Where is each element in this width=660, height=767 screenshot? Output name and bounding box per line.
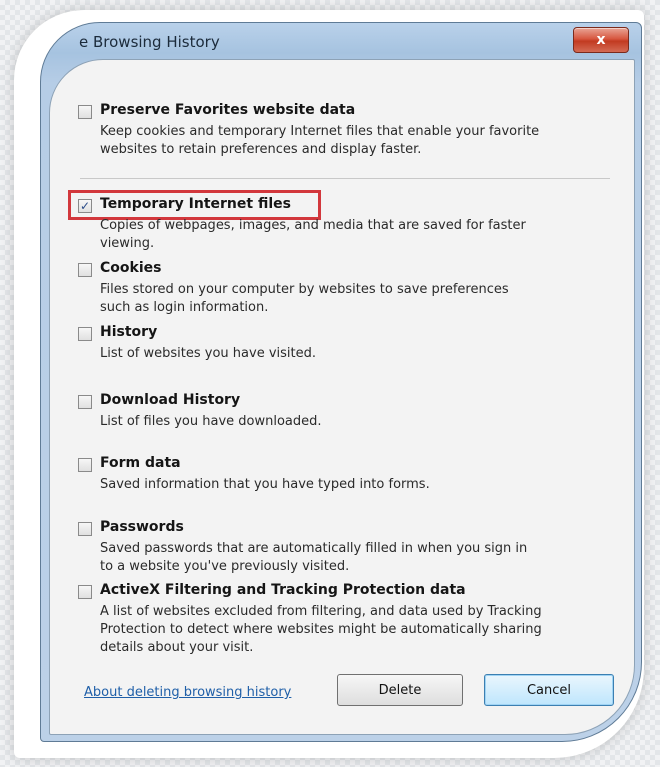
form-data-checkbox[interactable]	[78, 458, 92, 472]
option-description: Saved passwords that are automatically f…	[100, 541, 528, 574]
option-description: Saved information that you have typed in…	[100, 477, 430, 492]
option-label: ActiveX Filtering and Tracking Protectio…	[100, 582, 466, 598]
option-label: Cookies	[100, 260, 162, 276]
activex-tracking-protection-checkbox[interactable]	[78, 585, 92, 599]
close-button[interactable]: x	[573, 27, 629, 53]
delete-browsing-history-dialog: e Browsing History x Preserve Favorites …	[40, 22, 642, 742]
download-history-checkbox[interactable]	[78, 395, 92, 409]
delete-button[interactable]: Delete	[337, 674, 463, 706]
option-description: A list of websites excluded from filteri…	[100, 604, 542, 655]
history-checkbox[interactable]	[78, 327, 92, 341]
preserve-favorites-checkbox[interactable]	[78, 105, 92, 119]
temporary-internet-files-checkbox[interactable]: ✓	[78, 199, 92, 213]
option-description: Files stored on your computer by website…	[100, 282, 509, 315]
option-label: Form data	[100, 455, 181, 471]
option-label: Download History	[100, 392, 241, 408]
passwords-checkbox[interactable]	[78, 522, 92, 536]
separator	[80, 178, 610, 179]
option-description: List of files you have downloaded.	[100, 414, 322, 429]
option-description: List of websites you have visited.	[100, 346, 317, 361]
about-deleting-history-link[interactable]: About deleting browsing history	[84, 685, 291, 700]
window-title: e Browsing History	[79, 33, 220, 51]
cancel-button[interactable]: Cancel	[484, 674, 614, 706]
cookies-checkbox[interactable]	[78, 263, 92, 277]
title-bar: e Browsing History x	[41, 23, 641, 59]
close-icon: x	[596, 32, 606, 48]
option-description: Keep cookies and temporary Internet file…	[100, 124, 540, 157]
option-label: Preserve Favorites website data	[100, 102, 356, 118]
dialog-content: Preserve Favorites website data Keep coo…	[49, 59, 635, 735]
option-description: Copies of webpages, images, and media th…	[100, 218, 526, 251]
option-label: Passwords	[100, 519, 184, 535]
option-label: History	[100, 324, 158, 340]
checkmark-icon: ✓	[79, 199, 91, 213]
option-label: Temporary Internet files	[100, 196, 291, 212]
